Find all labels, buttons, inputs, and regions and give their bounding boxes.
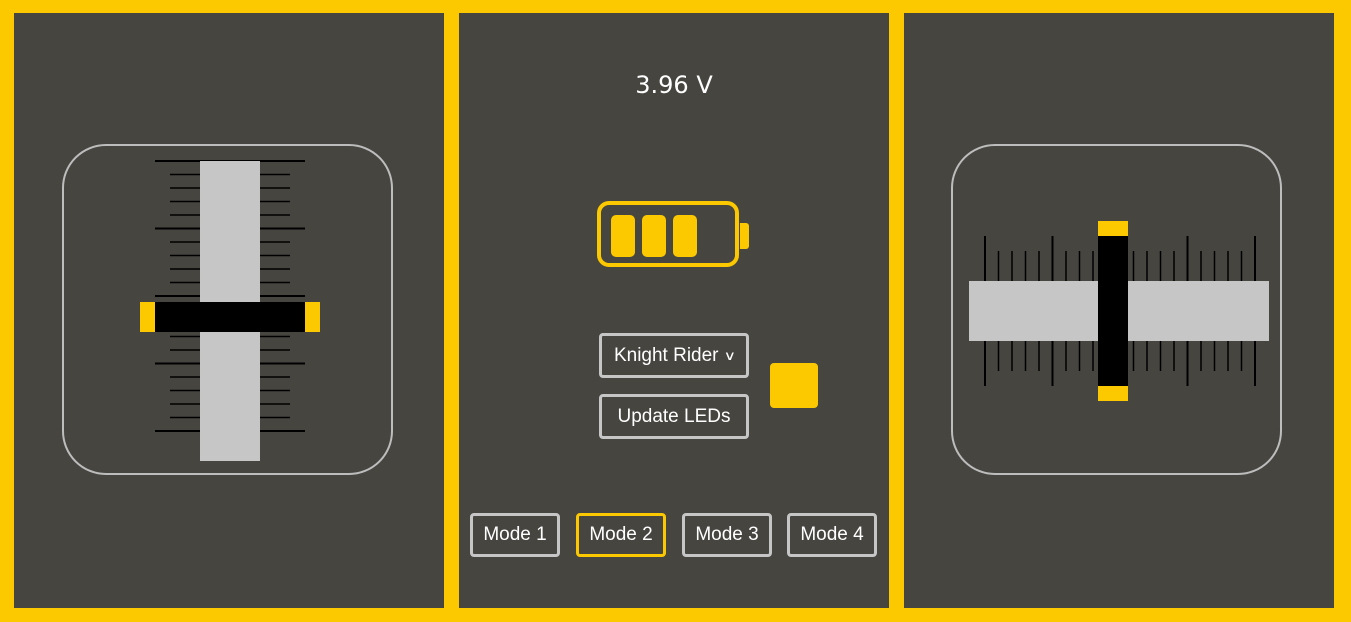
horizontal-fader-knob[interactable] [1098,221,1128,401]
mode-4-button[interactable]: Mode 4 [787,513,877,557]
horizontal-fader-knob-bottom-cap[interactable] [1098,386,1128,401]
horizontal-fader-knob-body[interactable] [1098,236,1128,386]
battery-cell-2 [642,215,666,257]
horizontal-fader-knob-top-cap[interactable] [1098,221,1128,236]
battery-cell-3 [673,215,697,257]
left-panel [14,13,444,608]
update-leds-label: Update LEDs [617,405,731,427]
led-pattern-value: Knight Rider [613,344,719,366]
update-leds-button[interactable]: Update LEDs [599,394,749,439]
vertical-fader[interactable] [64,146,395,477]
horizontal-fader-frame [951,144,1282,475]
voltage-readout: 3.96 V [635,71,713,99]
led-pattern-select[interactable]: Knight Rider ∨ [599,333,749,378]
mode-1-label: Mode 1 [483,524,547,545]
vertical-fader-frame [62,144,393,475]
led-color-picker[interactable] [770,363,818,408]
mode-1-button[interactable]: Mode 1 [470,513,560,557]
battery-icon [597,201,739,267]
horizontal-fader[interactable] [953,146,1284,477]
chevron-down-icon: ∨ [723,347,736,363]
mode-3-button[interactable]: Mode 3 [682,513,772,557]
vertical-fader-knob[interactable] [140,302,320,332]
battery-terminal [740,223,749,249]
vertical-fader-knob-left-cap[interactable] [140,302,155,332]
vertical-fader-knob-right-cap[interactable] [305,302,320,332]
battery-cell-1 [611,215,635,257]
mode-4-label: Mode 4 [800,524,864,545]
center-panel: 3.96 V Knight Rider ∨ Update LEDs Mode 1… [459,13,889,608]
mode-2-button[interactable]: Mode 2 [576,513,666,557]
right-panel [904,13,1334,608]
mode-3-label: Mode 3 [695,524,759,545]
vertical-fader-knob-body[interactable] [155,302,305,332]
mode-2-label: Mode 2 [589,524,653,545]
